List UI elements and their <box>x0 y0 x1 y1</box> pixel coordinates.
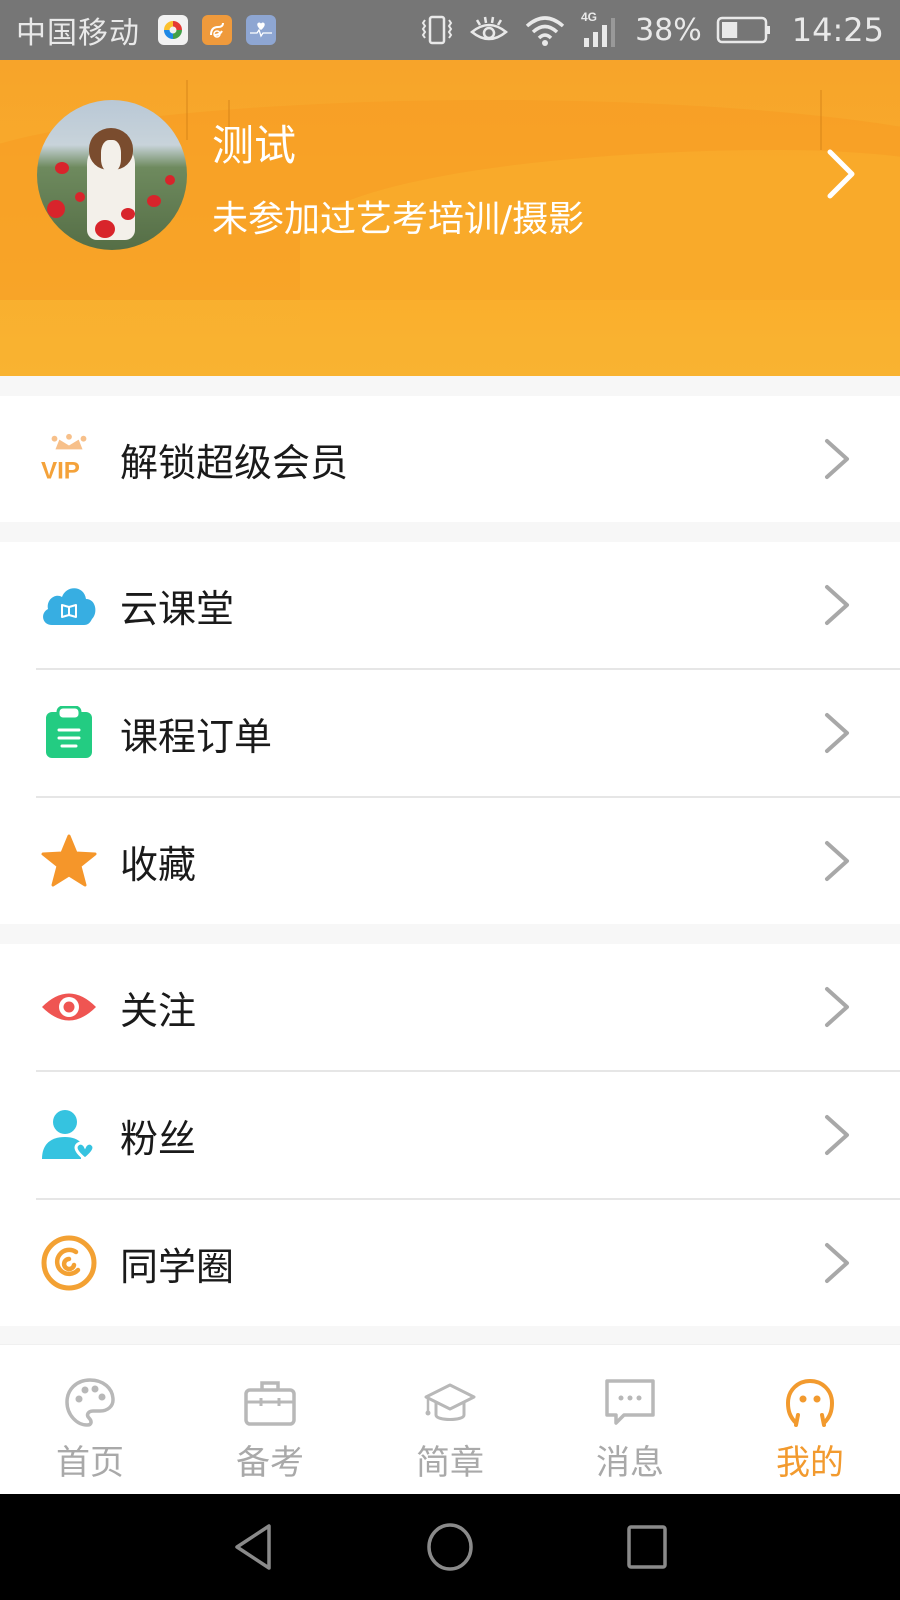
avatar-poppy <box>55 162 69 174</box>
clipboard-icon <box>40 704 98 762</box>
clock: 14:25 <box>791 11 884 49</box>
menu-item-following[interactable]: 关注 <box>0 944 900 1070</box>
menu-item-fans[interactable]: 粉丝 <box>0 1072 900 1198</box>
tab-prepare[interactable]: 备考 <box>180 1345 360 1494</box>
section-gap <box>0 376 900 396</box>
avatar-poppy <box>95 220 115 238</box>
svg-text:4G: 4G <box>581 10 597 24</box>
menu-item-favorites[interactable]: 收藏 <box>0 798 900 924</box>
tab-messages[interactable]: 消息 <box>540 1345 720 1494</box>
avatar-poppy <box>121 208 135 220</box>
health-icon <box>246 15 276 45</box>
circle-swirl-icon <box>40 1234 98 1292</box>
chevron-right-icon <box>825 439 849 479</box>
smiley-face-icon <box>785 1378 835 1427</box>
vibrate-icon <box>421 15 453 45</box>
tab-brochure[interactable]: 简章 <box>360 1345 540 1494</box>
battery-percent: 38% <box>635 12 702 48</box>
game-center-icon <box>158 15 188 45</box>
cloud-book-icon <box>40 576 98 634</box>
section-gap <box>0 924 900 944</box>
menu-item-label: 关注 <box>120 988 197 1033</box>
decor-tree <box>186 80 188 140</box>
system-navigation-bar <box>0 1494 900 1600</box>
chevron-right-icon <box>825 1243 849 1283</box>
decor-tree <box>820 90 822 150</box>
tab-label: 我的 <box>776 1443 844 1483</box>
section-gap <box>0 1326 900 1346</box>
carrier-label: 中国移动 <box>16 16 140 51</box>
menu-item-course-orders[interactable]: 课程订单 <box>0 670 900 796</box>
chevron-right-icon[interactable] <box>822 148 862 200</box>
menu-item-cloud-classroom[interactable]: 云课堂 <box>0 542 900 668</box>
menu-item-label: 收藏 <box>120 842 197 887</box>
avatar-poppy <box>147 195 161 207</box>
tab-mine[interactable]: 我的 <box>720 1345 900 1494</box>
section-gap <box>0 522 900 542</box>
palette-icon <box>65 1378 115 1427</box>
bottom-tab-bar: 首页 备考 简章 消息 我的 <box>0 1344 900 1494</box>
chat-bubble-icon <box>605 1379 655 1425</box>
menu-item-label: 云课堂 <box>120 586 235 631</box>
battery-icon <box>716 16 770 44</box>
home-icon[interactable] <box>425 1522 475 1572</box>
vip-crown-icon: VIP <box>40 430 98 488</box>
star-icon <box>40 832 98 890</box>
menu-item-label: 同学圈 <box>120 1244 235 1289</box>
user-subtitle: 未参加过艺考培训/摄影 <box>212 199 585 240</box>
menu-item-label: 课程订单 <box>120 714 273 759</box>
fan-user-heart-icon <box>40 1106 98 1164</box>
wifi-icon <box>525 16 565 46</box>
user-name: 测试 <box>212 121 297 170</box>
tab-label: 首页 <box>56 1443 124 1483</box>
signal-4g-icon: 4G <box>581 10 616 47</box>
tab-home[interactable]: 首页 <box>0 1345 180 1494</box>
chevron-right-icon <box>825 841 849 881</box>
tab-label: 消息 <box>596 1443 664 1483</box>
avatar-poppy <box>165 175 175 185</box>
tab-label: 备考 <box>236 1443 304 1483</box>
chevron-right-icon <box>825 987 849 1027</box>
eye-comfort-icon <box>470 16 509 41</box>
chevron-right-icon <box>825 713 849 753</box>
chevron-right-icon <box>825 1115 849 1155</box>
tab-label: 简章 <box>416 1443 484 1483</box>
avatar-poppy <box>75 192 85 202</box>
profile-header[interactable]: 测试 未参加过艺考培训/摄影 <box>0 60 900 376</box>
back-icon[interactable] <box>231 1522 275 1572</box>
menu-item-vip[interactable]: VIP 解锁超级会员 <box>0 396 900 522</box>
eye-icon <box>40 978 98 1036</box>
svg-text:VIP: VIP <box>41 457 80 484</box>
menu-item-classmates-circle[interactable]: 同学圈 <box>0 1200 900 1326</box>
chevron-right-icon <box>825 585 849 625</box>
avatar-dog-face <box>101 140 121 172</box>
menu-item-label: 解锁超级会员 <box>120 440 349 485</box>
recents-icon[interactable] <box>625 1523 669 1571</box>
avatar-poppy <box>47 200 65 218</box>
menu-list: VIP 解锁超级会员 云课堂 课程订单 收藏 关注 粉丝 同学圈 <box>0 376 900 1346</box>
graduation-cap-icon <box>424 1383 476 1421</box>
uc-browser-icon <box>202 15 232 45</box>
briefcase-icon <box>244 1381 296 1426</box>
status-bar: 中国移动 4G 38% 14:25 <box>0 0 900 60</box>
avatar[interactable] <box>37 100 187 250</box>
menu-item-label: 粉丝 <box>120 1116 197 1161</box>
